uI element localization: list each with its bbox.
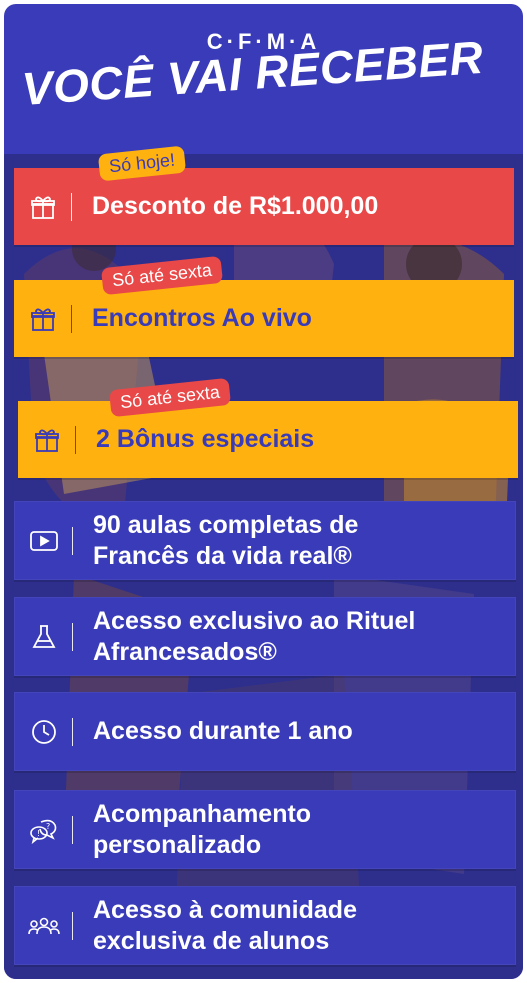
benefit-rituel: Acesso exclusivo ao Rituel Afrancesados®: [14, 597, 516, 676]
benefit-text: Encontros Ao vivo: [92, 304, 312, 332]
gift-icon: [18, 426, 76, 454]
benefit-text-line2: Francês da vida real®: [93, 541, 352, 570]
benefit-text-line1: Acesso à comunidade: [93, 895, 357, 924]
offer-card: C·F·M·A VOCÊ VAI RECEBER Desconto de R$1…: [4, 4, 523, 979]
benefit-community: Acesso à comunidade exclusiva de alunos: [14, 886, 516, 965]
benefit-lessons: 90 aulas completas de Francês da vida re…: [14, 501, 516, 580]
benefit-text: Acesso durante 1 ano: [93, 717, 353, 745]
svg-text:!: !: [37, 829, 40, 838]
benefit-bonus: 2 Bônus especiais: [18, 401, 518, 478]
community-icon: [15, 914, 73, 938]
video-play-icon: [15, 529, 73, 553]
benefit-support: ? ! Acompanhamento personalizado: [14, 790, 516, 869]
benefit-text-line1: 90 aulas completas de: [93, 510, 359, 539]
flask-icon: [15, 623, 73, 651]
benefit-text: Desconto de R$1.000,00: [92, 192, 379, 220]
gift-icon: [14, 193, 72, 221]
benefit-text: 2 Bônus especiais: [96, 425, 315, 453]
benefit-duration: Acesso durante 1 ano: [14, 692, 516, 771]
benefit-text-line2: Afrancesados®: [93, 637, 277, 666]
benefit-text-line2: exclusiva de alunos: [93, 926, 330, 955]
benefit-live-meetings: Encontros Ao vivo: [14, 280, 514, 357]
benefit-discount: Desconto de R$1.000,00: [14, 168, 514, 245]
gift-icon: [14, 305, 72, 333]
benefit-text-line2: personalizado: [93, 830, 262, 859]
chat-question-icon: ? !: [15, 816, 73, 844]
benefit-text-line1: Acompanhamento: [93, 799, 312, 828]
benefit-text-line1: Acesso exclusivo ao Rituel: [93, 606, 416, 635]
clock-icon: [15, 718, 73, 746]
svg-text:?: ?: [46, 822, 50, 831]
